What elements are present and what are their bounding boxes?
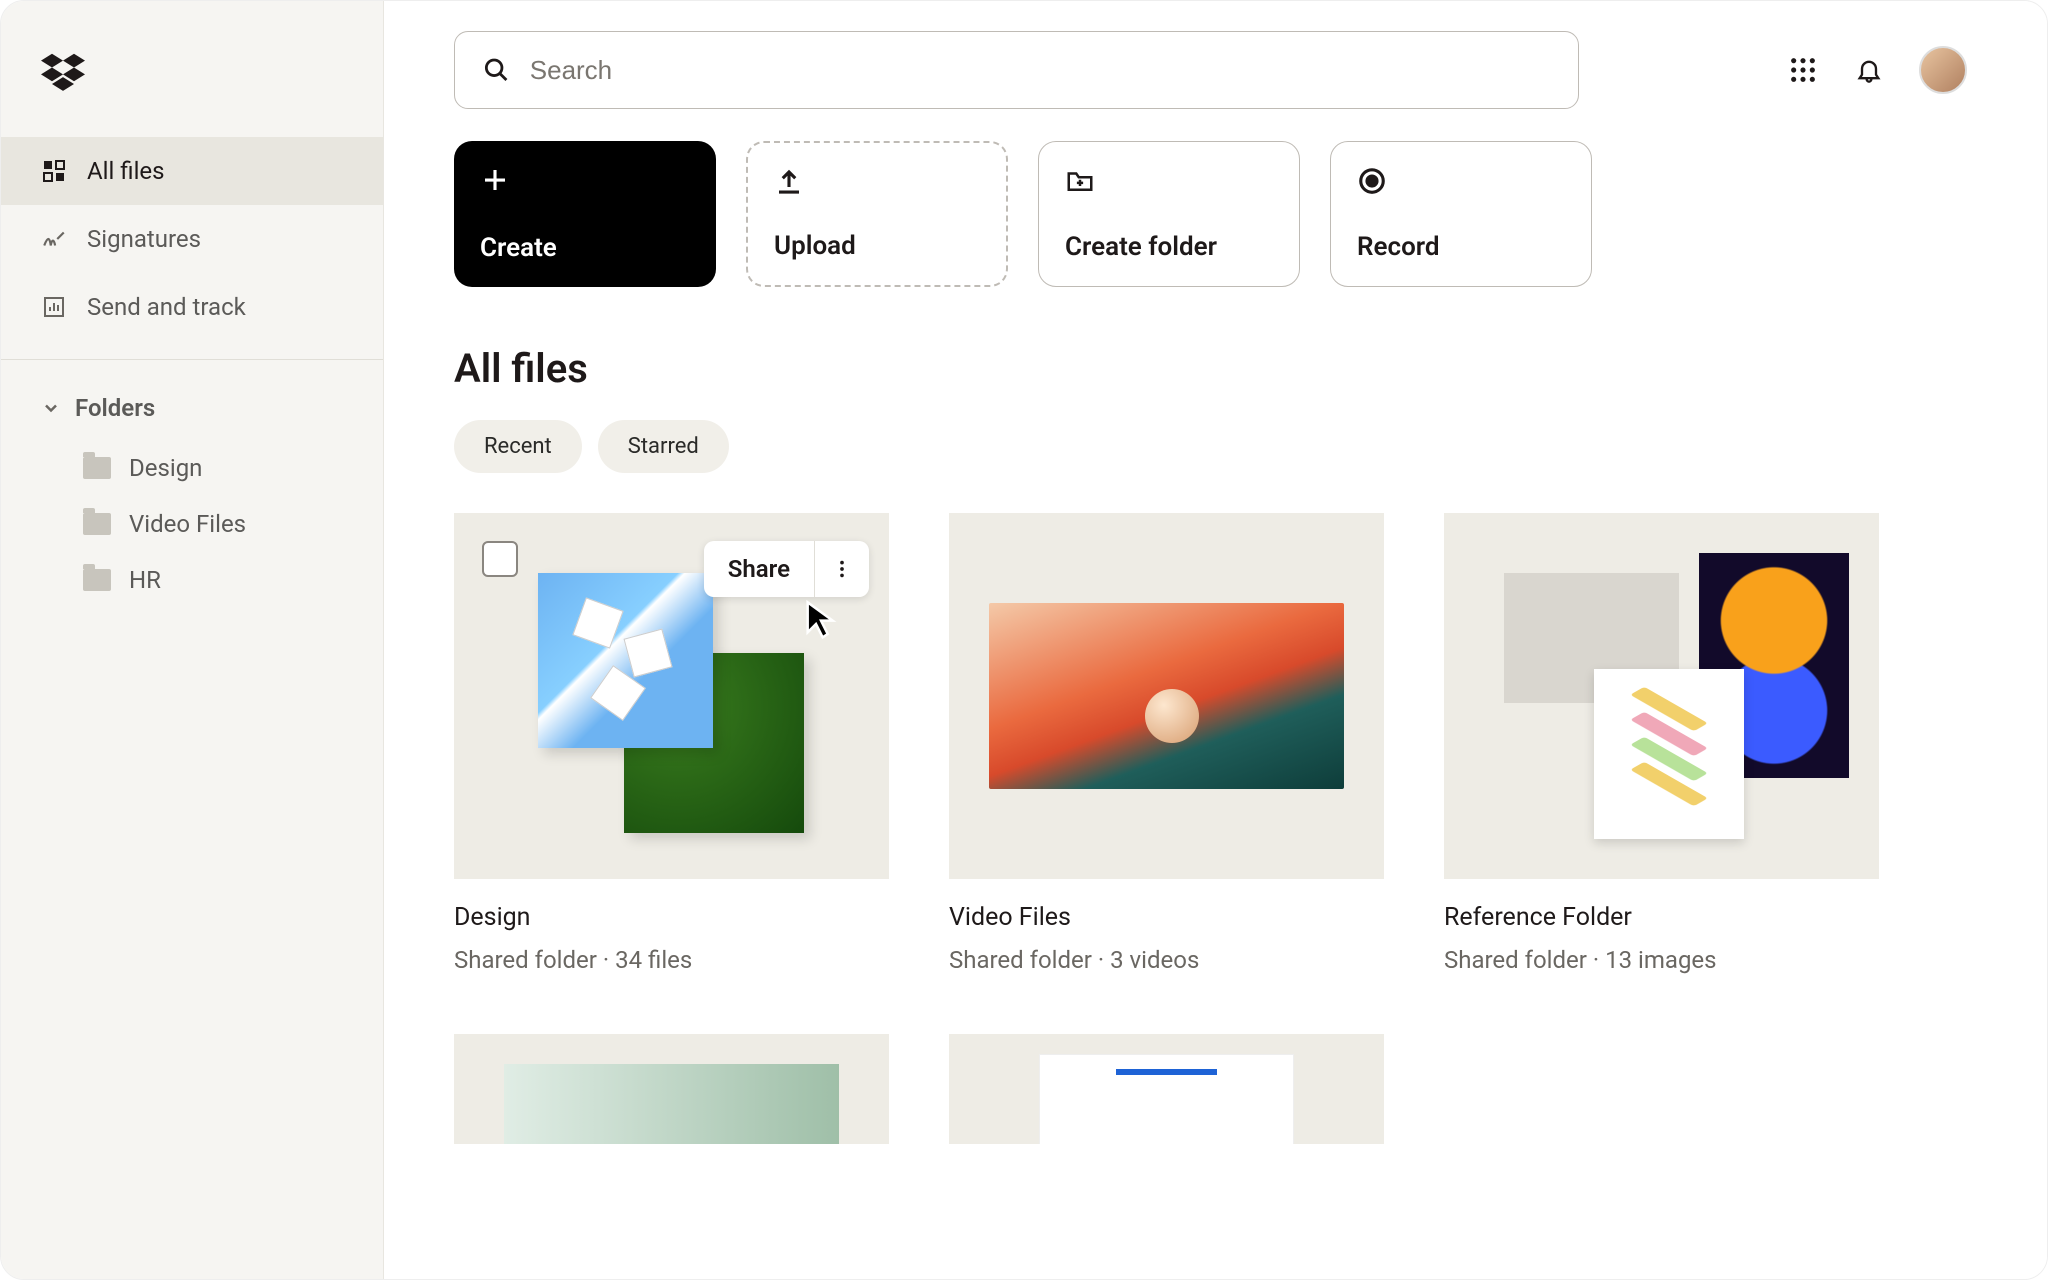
preview-image	[624, 629, 673, 678]
folder-plus-icon	[1065, 166, 1095, 196]
preview-image	[989, 603, 1344, 789]
create-button[interactable]: Create	[454, 141, 716, 287]
record-icon	[1357, 166, 1387, 196]
bell-icon	[1855, 56, 1883, 84]
nav-label: Signatures	[87, 225, 201, 253]
dropbox-icon	[41, 51, 85, 95]
avatar[interactable]	[1919, 46, 1967, 94]
action-bar: Create Upload Create folder Record	[454, 141, 1977, 287]
folder-design[interactable]: Design	[1, 440, 383, 496]
preview-image	[1594, 669, 1744, 839]
analytics-icon	[41, 294, 67, 320]
upload-icon	[774, 167, 804, 197]
chip-starred[interactable]: Starred	[598, 420, 729, 473]
folders-toggle[interactable]: Folders	[1, 384, 383, 440]
folder-card[interactable]	[949, 1034, 1384, 1144]
folders-header-label: Folders	[75, 394, 155, 422]
preview-image	[504, 1064, 839, 1144]
card-title: Design	[454, 903, 889, 932]
top-icons	[1787, 46, 1977, 94]
card-thumbnail	[1444, 513, 1879, 879]
card-title: Reference Folder	[1444, 903, 1879, 932]
folder-card-design[interactable]: Share Design Shared folder · 34 files	[454, 513, 889, 974]
action-label: Record	[1357, 232, 1565, 262]
folder-hr[interactable]: HR	[1, 552, 383, 608]
plus-icon	[480, 165, 510, 195]
folder-label: HR	[129, 566, 161, 594]
filter-chips: Recent Starred	[454, 420, 1977, 473]
preview-image	[1145, 689, 1199, 743]
folder-card-reference[interactable]: Reference Folder Shared folder · 13 imag…	[1444, 513, 1879, 974]
apps-button[interactable]	[1787, 54, 1819, 86]
main-content: Create Upload Create folder Record All f…	[384, 1, 2047, 1279]
card-thumbnail: Share	[454, 513, 889, 879]
logo[interactable]	[1, 27, 383, 137]
preview-image	[1039, 1054, 1294, 1144]
create-folder-button[interactable]: Create folder	[1038, 141, 1300, 287]
grid-icon	[41, 158, 67, 184]
action-label: Create	[480, 233, 690, 263]
file-grid: Share Design Shared folder · 34 files	[454, 513, 1977, 974]
nav-all-files[interactable]: All files	[1, 137, 383, 205]
nav-send-track[interactable]: Send and track	[1, 273, 383, 341]
card-meta: Shared folder · 34 files	[454, 946, 889, 974]
apps-grid-icon	[1789, 56, 1817, 84]
chevron-down-icon	[41, 398, 61, 418]
record-button[interactable]: Record	[1330, 141, 1592, 287]
nav-label: Send and track	[87, 293, 246, 321]
folder-icon	[83, 513, 111, 535]
card-thumbnail	[949, 513, 1384, 879]
sidebar-divider	[1, 359, 383, 360]
chip-recent[interactable]: Recent	[454, 420, 582, 473]
preview-image	[538, 573, 713, 748]
folder-icon	[83, 457, 111, 479]
sidebar: All files Signatures Send and track Fold…	[1, 1, 384, 1279]
upload-button[interactable]: Upload	[746, 141, 1008, 287]
file-grid-row-2	[454, 1034, 1977, 1144]
search-input[interactable]	[530, 55, 1550, 86]
nav-label: All files	[87, 157, 165, 185]
folder-label: Design	[129, 454, 202, 482]
share-button[interactable]: Share	[704, 541, 815, 597]
card-meta: Shared folder · 13 images	[1444, 946, 1879, 974]
select-checkbox[interactable]	[482, 541, 518, 577]
page-title: All files	[454, 345, 1977, 392]
cursor-icon	[801, 599, 841, 639]
hover-controls: Share	[704, 541, 869, 597]
notifications-button[interactable]	[1853, 54, 1885, 86]
folder-label: Video Files	[129, 510, 246, 538]
folder-icon	[83, 569, 111, 591]
action-label: Create folder	[1065, 232, 1273, 262]
action-label: Upload	[774, 231, 980, 261]
folder-video-files[interactable]: Video Files	[1, 496, 383, 552]
signature-icon	[41, 226, 67, 252]
folder-card-video-files[interactable]: Video Files Shared folder · 3 videos	[949, 513, 1384, 974]
card-title: Video Files	[949, 903, 1384, 932]
topbar	[454, 31, 1977, 109]
search-icon	[483, 56, 510, 84]
folder-card[interactable]	[454, 1034, 889, 1144]
preview-image	[572, 597, 623, 648]
more-options-button[interactable]	[815, 541, 869, 597]
more-vertical-icon	[831, 558, 853, 580]
nav-signatures[interactable]: Signatures	[1, 205, 383, 273]
app-root: All files Signatures Send and track Fold…	[0, 0, 2048, 1280]
search-box[interactable]	[454, 31, 1579, 109]
card-meta: Shared folder · 3 videos	[949, 946, 1384, 974]
